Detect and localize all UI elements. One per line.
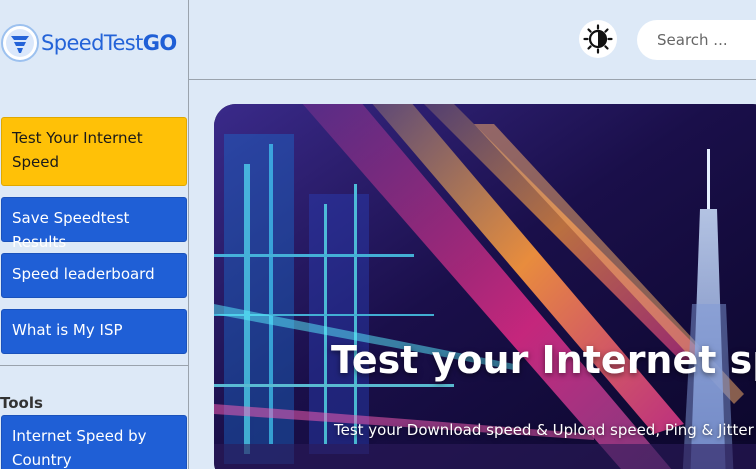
sidebar-item-my-isp[interactable]: What is My ISP	[1, 309, 187, 354]
search-input[interactable]	[637, 20, 756, 60]
sidebar-item-label: Internet Speed by Country	[12, 427, 147, 469]
sidebar-item-label: Test Your Internet Speed	[12, 129, 143, 171]
logo[interactable]: SpeedTestGO	[0, 22, 189, 64]
sidebar-item-label: Save Speedtest Results	[12, 209, 130, 251]
sidebar-item-save-results[interactable]: Save Speedtest Results	[1, 197, 187, 251]
top-header	[189, 0, 756, 80]
sidebar-item-label: Speed leaderboard	[12, 265, 155, 283]
sidebar: SpeedTestGO Test Your Internet Speed Sav…	[0, 0, 189, 469]
hero-banner: Test your Internet speed Test your Downl…	[214, 104, 756, 469]
sidebar-item-test-speed[interactable]: Test Your Internet Speed	[1, 117, 187, 186]
sidebar-item-leaderboard[interactable]: Speed leaderboard	[1, 253, 187, 298]
speedtest-logo-icon	[1, 24, 39, 62]
sidebar-item-label: What is My ISP	[12, 321, 123, 339]
sidebar-item-speed-by-country[interactable]: Internet Speed by Country	[1, 415, 187, 469]
hero-subtitle: Test your Download speed & Upload speed,…	[334, 421, 756, 439]
sidebar-divider	[0, 365, 188, 366]
hero-background-image	[214, 104, 756, 469]
logo-text: SpeedTestGO	[41, 31, 177, 55]
contrast-icon	[583, 24, 613, 54]
theme-toggle-button[interactable]	[579, 20, 617, 58]
tools-heading: Tools	[0, 394, 43, 412]
hero-title: Test your Internet speed	[331, 338, 756, 382]
